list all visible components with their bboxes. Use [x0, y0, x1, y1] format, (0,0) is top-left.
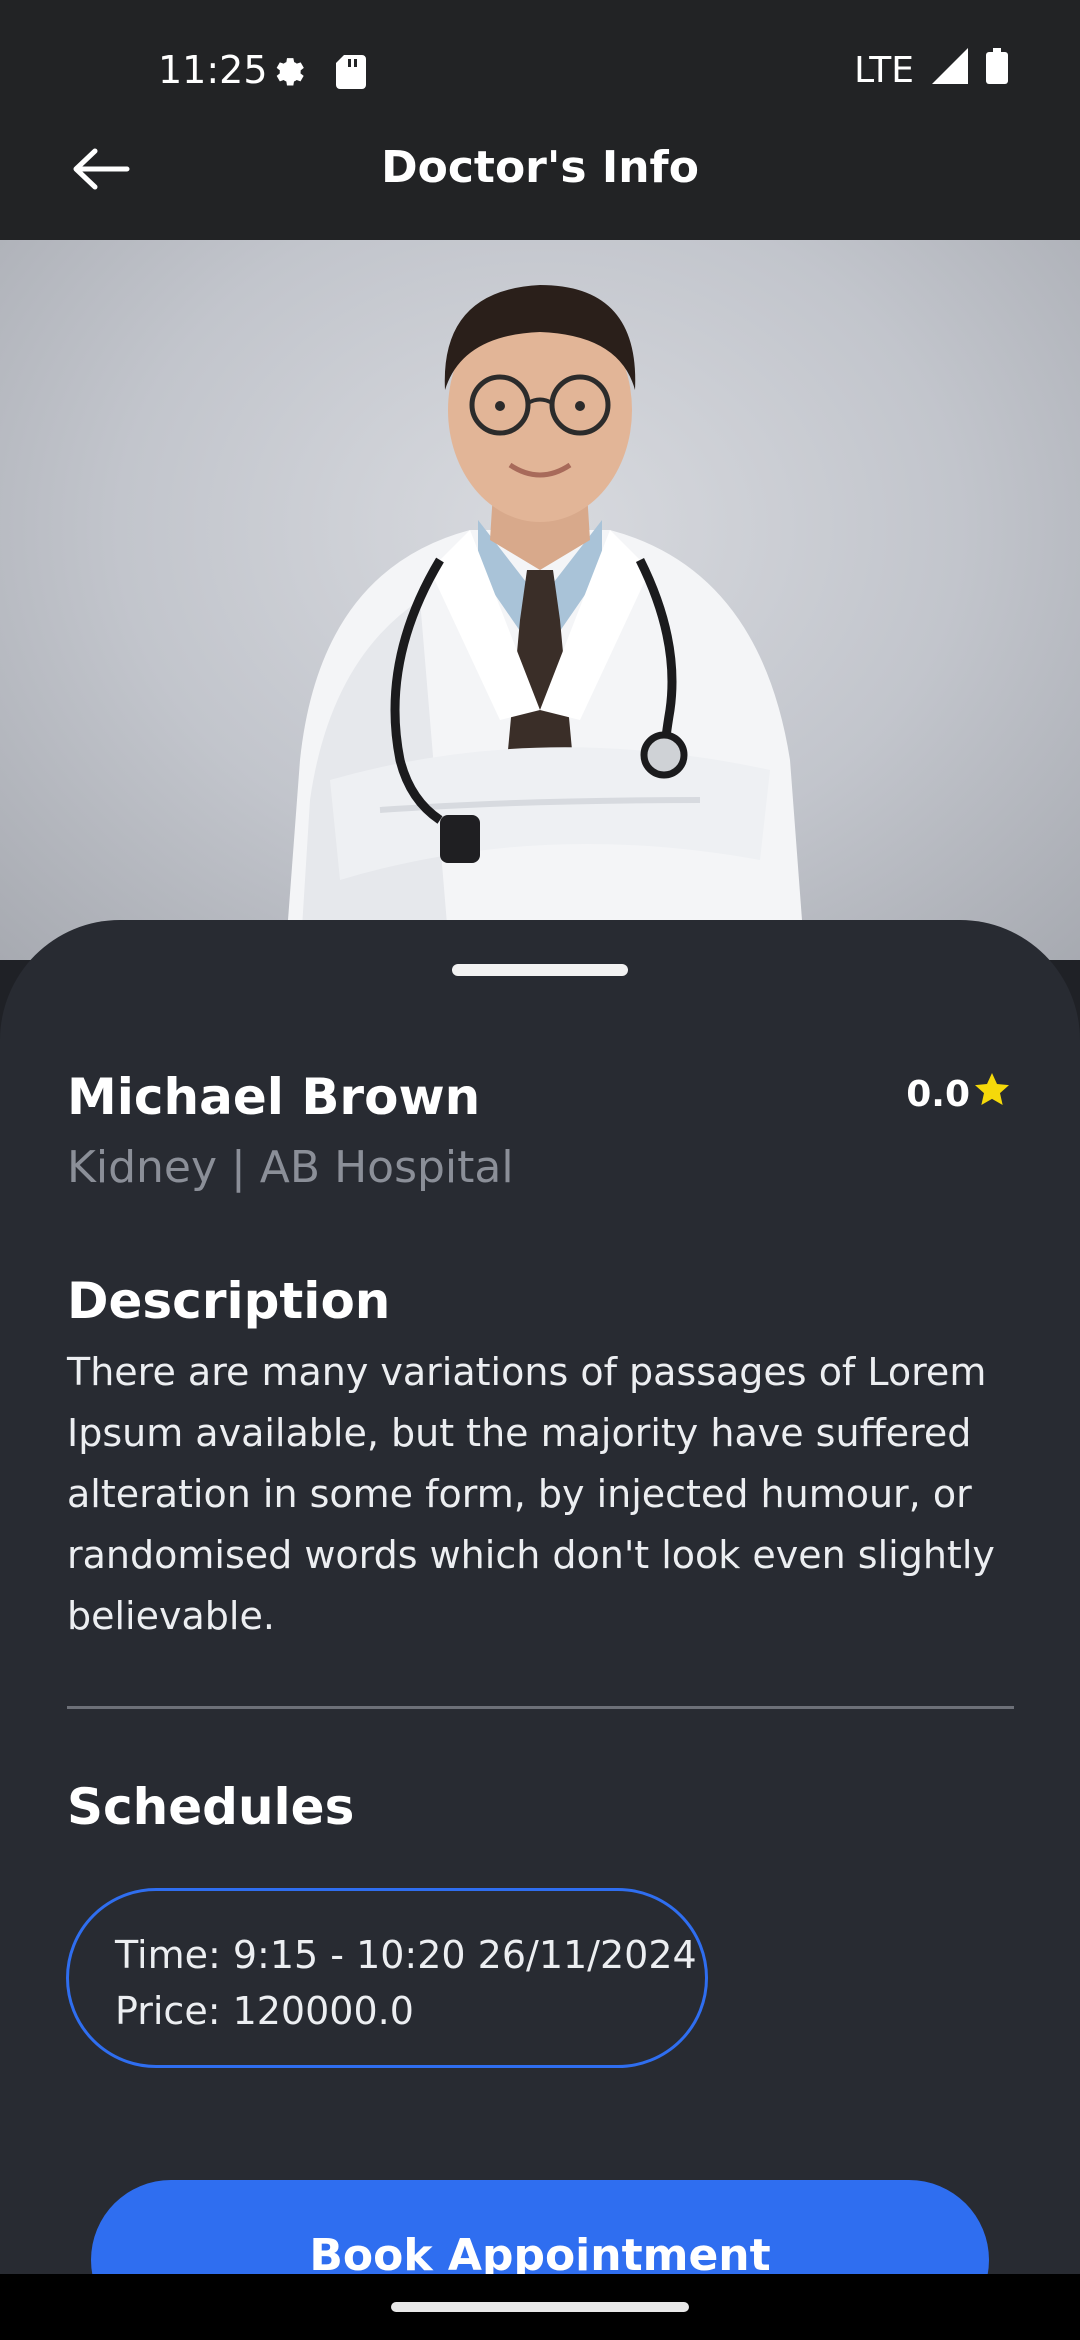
schedule-slot[interactable]: Time: 9:15 - 10:20 26/11/2024 Price: 120… — [66, 1888, 708, 2068]
page-title: Doctor's Info — [381, 142, 699, 193]
star-icon — [970, 1070, 1012, 1119]
doctor-specialty-hospital: Kidney | AB Hospital — [67, 1142, 514, 1193]
doctor-name: Michael Brown — [67, 1068, 481, 1126]
home-gesture-pill[interactable] — [391, 2302, 689, 2312]
description-text: There are many variations of passages of… — [67, 1350, 995, 1638]
settings-gear-icon — [270, 52, 310, 96]
rating-value: 0.0 — [906, 1074, 970, 1115]
schedule-time: Time: 9:15 - 10:20 26/11/2024 — [115, 1933, 697, 1977]
status-time: 11:25 — [158, 48, 268, 92]
sd-card-icon — [336, 55, 366, 93]
status-right: LTE — [854, 48, 1008, 93]
network-type: LTE — [854, 50, 914, 91]
doctor-info-sheet: Michael Brown Kidney | AB Hospital 0.0 D… — [0, 920, 1080, 2340]
divider — [67, 1706, 1014, 1709]
app-bar: Doctor's Info — [0, 100, 1080, 240]
battery-icon — [986, 48, 1008, 93]
signal-icon — [932, 48, 968, 93]
schedule-price: Price: 120000.0 — [115, 1989, 414, 2033]
description-title: Description — [67, 1272, 391, 1330]
schedules-title: Schedules — [67, 1778, 355, 1836]
drag-handle[interactable] — [452, 964, 628, 976]
doctor-photo — [0, 240, 1080, 960]
system-nav-bar — [0, 2274, 1080, 2340]
status-left-icons — [270, 52, 366, 96]
doctor-rating: 0.0 — [906, 1070, 1012, 1119]
